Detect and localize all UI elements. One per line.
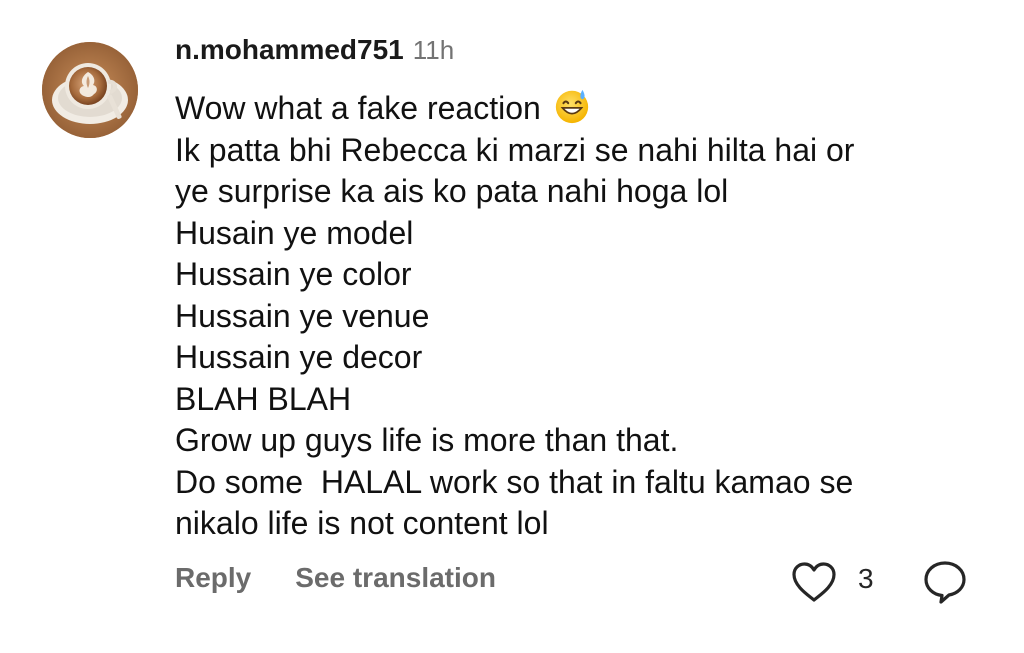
- comment-line: Husain ye model: [175, 214, 414, 251]
- see-translation-button[interactable]: See translation: [295, 562, 496, 594]
- avatar[interactable]: [42, 42, 138, 138]
- reply-button[interactable]: Reply: [175, 562, 251, 594]
- comment-line: BLAH BLAH: [175, 380, 352, 417]
- comment-header: n.mohammed751 11h: [175, 34, 454, 70]
- comment-line-text: Wow what a fake reaction: [175, 90, 541, 126]
- latte-art-avatar-image: [42, 42, 138, 138]
- speech-bubble-icon[interactable]: [921, 558, 969, 606]
- comment-line: Hussain ye decor: [175, 339, 423, 375]
- comment-line: nikalo life is not content lol: [175, 505, 549, 541]
- comment-line: Ik patta bhi Rebecca ki marzi se nahi hi…: [175, 131, 855, 168]
- grinning-face-with-sweat-emoji: [555, 89, 588, 124]
- like-count: 3: [858, 563, 874, 594]
- comment-line: Hussain ye color: [175, 256, 412, 292]
- comment-line: ye surprise ka ais ko pata nahi hoga lol: [175, 173, 729, 209]
- comment-line: Wow what a fake reaction: [175, 87, 1005, 130]
- username[interactable]: n.mohammed751: [175, 34, 404, 66]
- comment: n.mohammed751 11h Wow what a fake reacti…: [0, 0, 1024, 653]
- comment-line: Do some HALAL work so that in faltu kama…: [175, 463, 854, 500]
- comment-actions: Reply See translation: [175, 558, 496, 598]
- comment-line: Hussain ye venue: [175, 297, 430, 334]
- heart-outline-icon[interactable]: [790, 560, 838, 604]
- comment-line: Grow up guys life is more than that.: [175, 422, 679, 458]
- timestamp: 11h: [412, 35, 455, 65]
- comment-body: Wow what a fake reaction Ik patta bhi Re…: [175, 87, 1005, 545]
